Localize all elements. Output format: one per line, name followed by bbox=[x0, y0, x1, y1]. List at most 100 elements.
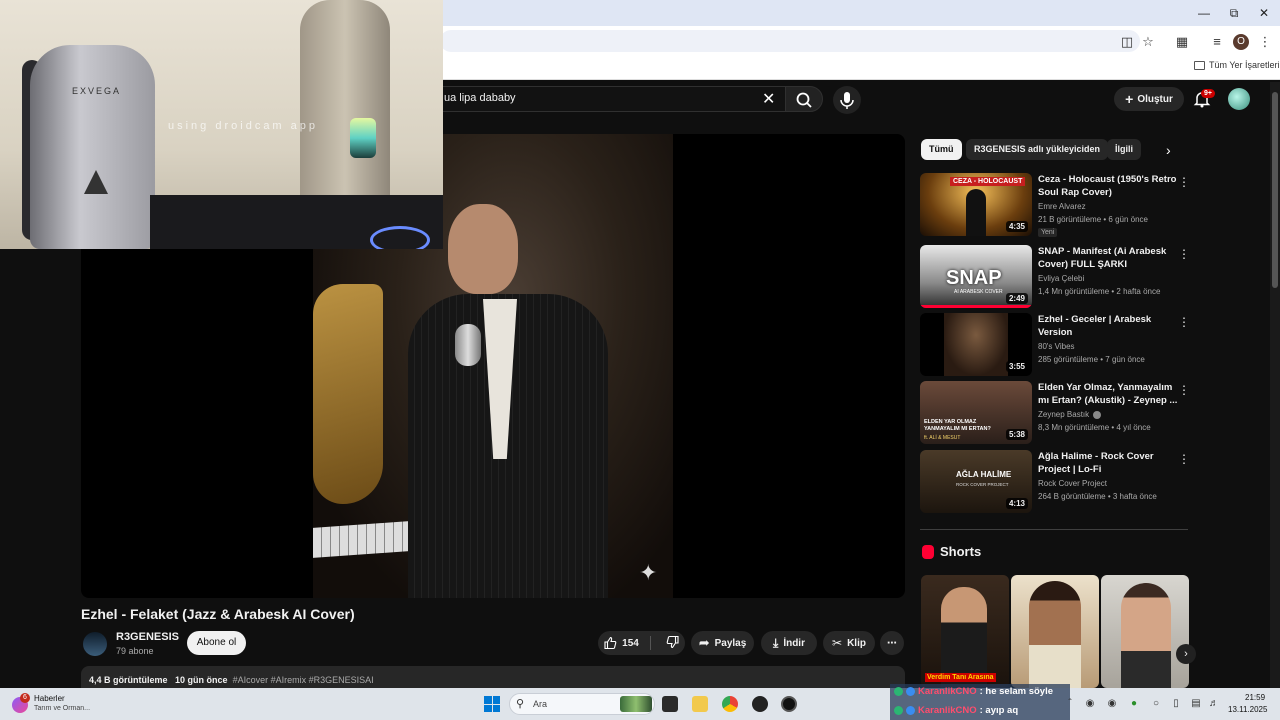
video-duration: 4:35 bbox=[1005, 221, 1028, 232]
share-icon: ➦ bbox=[698, 635, 710, 650]
volume-icon[interactable]: ♬ bbox=[1208, 698, 1220, 710]
windows-start-icon[interactable] bbox=[484, 696, 500, 712]
more-vert-icon[interactable]: ⋮ bbox=[1178, 452, 1190, 466]
recommendation-title[interactable]: Ceza - Holocaust (1950's Retro Soul Rap … bbox=[1038, 173, 1178, 199]
more-vert-icon[interactable]: ⋮ bbox=[1178, 247, 1190, 261]
like-button[interactable]: 154 bbox=[603, 636, 639, 650]
recommendation-channel[interactable]: Evliya Çelebi bbox=[1038, 274, 1084, 283]
short-caption: Verdim Tanı Arasına bbox=[925, 673, 996, 682]
browser-profile-avatar[interactable]: O bbox=[1233, 34, 1249, 50]
channel-name[interactable]: R3GENESIS bbox=[116, 631, 179, 643]
gaming-chair bbox=[30, 45, 155, 249]
dislike-button[interactable] bbox=[666, 635, 680, 652]
recommendation-title[interactable]: Ezhel - Geceler | Arabesk Version bbox=[1038, 313, 1178, 339]
folder-icon bbox=[1194, 60, 1205, 70]
clip-button[interactable]: ✂ Klip bbox=[823, 631, 875, 655]
chip-from-uploader[interactable]: R3GENESIS adlı yükleyiciden bbox=[966, 139, 1109, 160]
recommendation-meta: 1,4 Mn görüntüleme • 2 hafta önce bbox=[1038, 287, 1161, 296]
view-count: 4,4 B görüntüleme bbox=[89, 675, 168, 685]
file-explorer-icon[interactable] bbox=[692, 696, 708, 712]
youtube-account-avatar[interactable] bbox=[1228, 88, 1250, 110]
minimize-icon[interactable]: — bbox=[1196, 5, 1212, 21]
recommendation-item[interactable]: 3:55 Ezhel - Geceler | Arabesk Version 8… bbox=[920, 313, 1195, 377]
download-button[interactable]: ⤓ İndir bbox=[761, 631, 817, 655]
recommendation-channel[interactable]: 80's Vibes bbox=[1038, 342, 1075, 351]
scrollbar-thumb[interactable] bbox=[1272, 92, 1278, 288]
recommendation-thumbnail[interactable]: CEZA - HOLOCAUST 4:35 bbox=[920, 173, 1032, 236]
chat-message: KaranlikCNO : he selam söyle bbox=[894, 686, 1053, 697]
all-bookmarks-button[interactable]: Tüm Yer İşaretleri bbox=[1194, 60, 1280, 70]
clear-search-icon[interactable]: ✕ bbox=[762, 89, 775, 109]
tray-app-icon[interactable]: ○ bbox=[1150, 698, 1162, 710]
hashtags[interactable]: #AIcover #AIremix #R3GENESISAI bbox=[233, 675, 374, 685]
chat-text: : he selam söyle bbox=[979, 686, 1054, 697]
task-view-icon[interactable] bbox=[662, 696, 678, 712]
obs-icon[interactable] bbox=[752, 696, 768, 712]
recommendation-thumbnail[interactable]: ELDEN YAR OLMAZ YANMAYALIM MI ERTAN? ft.… bbox=[920, 381, 1032, 444]
short-item[interactable]: Verdim Tanı Arasına bbox=[921, 575, 1009, 688]
recommendation-meta: 264 B görüntüleme • 3 hafta önce bbox=[1038, 492, 1157, 501]
restore-icon[interactable]: ⧉ bbox=[1226, 5, 1242, 21]
recommendation-title[interactable]: Ağla Halime - Rock Cover Project | Lo-Fi bbox=[1038, 450, 1178, 476]
chrome-icon[interactable] bbox=[722, 696, 738, 712]
recommendation-thumbnail[interactable]: AĞLA HALİME ROCK COVER PROJECT 4:13 bbox=[920, 450, 1032, 513]
short-item[interactable] bbox=[1011, 575, 1099, 688]
chevron-up-icon[interactable]: ˆ bbox=[1064, 698, 1076, 710]
microphone-icon[interactable]: ▯ bbox=[1170, 698, 1182, 710]
more-actions-button[interactable]: ⋯ bbox=[880, 631, 904, 655]
recommendation-item[interactable]: ELDEN YAR OLMAZ YANMAYALIM MI ERTAN? ft.… bbox=[920, 381, 1195, 445]
clock-date[interactable]: 13.11.2025 bbox=[1228, 705, 1267, 714]
search-query: ua lipa dababy bbox=[444, 92, 516, 104]
subscribe-button[interactable]: Abone ol bbox=[187, 631, 246, 655]
more-vert-icon[interactable]: ⋮ bbox=[1178, 315, 1190, 329]
recommendation-item[interactable]: AĞLA HALİME ROCK COVER PROJECT 4:13 Ağla… bbox=[920, 450, 1195, 514]
recommendation-item[interactable]: CEZA - HOLOCAUST 4:35 Ceza - Holocaust (… bbox=[920, 173, 1195, 237]
app-icon[interactable] bbox=[781, 696, 797, 712]
description-summary: 4,4 B görüntüleme 10 gün önce #AIcover #… bbox=[89, 675, 374, 685]
recommendation-thumbnail[interactable]: 3:55 bbox=[920, 313, 1032, 376]
short-item[interactable] bbox=[1101, 575, 1189, 688]
search-button[interactable] bbox=[785, 86, 823, 112]
channel-avatar[interactable] bbox=[83, 632, 107, 656]
recommendation-thumbnail[interactable]: SNAP AI ARABESK COVER 2:49 bbox=[920, 245, 1032, 308]
media-control-icon[interactable]: ≡ bbox=[1208, 34, 1226, 50]
tray-app-icon[interactable]: ◉ bbox=[1106, 698, 1118, 710]
network-icon[interactable]: ▤ bbox=[1190, 698, 1202, 710]
voice-search-button[interactable] bbox=[833, 86, 861, 114]
chat-username: KaranlikCNO bbox=[918, 686, 977, 697]
close-icon[interactable]: ✕ bbox=[1256, 5, 1272, 21]
new-badge: Yeni bbox=[1038, 228, 1058, 237]
share-label: Paylaş bbox=[714, 637, 747, 649]
taskbar-search-placeholder: Ara bbox=[533, 699, 548, 709]
recommendation-title[interactable]: SNAP - Manifest (Ai Arabesk Cover) FULL … bbox=[1038, 245, 1178, 271]
webcam-watermark: using droidcam app bbox=[168, 120, 319, 132]
extensions-icon[interactable]: ▦ bbox=[1173, 34, 1191, 50]
more-vert-icon[interactable]: ⋮ bbox=[1178, 175, 1190, 189]
recommendation-title[interactable]: Elden Yar Olmaz, Yanmayalım mı Ertan? (A… bbox=[1038, 381, 1178, 407]
chip-all[interactable]: Tümü bbox=[921, 139, 962, 160]
shorts-next-button[interactable]: › bbox=[1176, 644, 1196, 664]
cast-icon[interactable]: ◫ bbox=[1118, 34, 1136, 50]
address-bar[interactable] bbox=[440, 30, 1140, 52]
bookmark-star-icon[interactable]: ☆ bbox=[1139, 34, 1157, 50]
recommendation-item[interactable]: SNAP AI ARABESK COVER 2:49 SNAP - Manife… bbox=[920, 245, 1195, 309]
notification-count-badge: 9+ bbox=[1201, 89, 1215, 98]
news-widget[interactable] bbox=[10, 692, 150, 716]
webcam-overlay: EXVEGA using droidcam app bbox=[0, 0, 443, 249]
recommendation-meta: 8,3 Mn görüntüleme • 4 yıl önce bbox=[1038, 423, 1151, 432]
create-button[interactable]: + Oluştur bbox=[1114, 87, 1184, 111]
rgb-light bbox=[350, 118, 376, 158]
tray-app-icon[interactable]: ◉ bbox=[1084, 698, 1096, 710]
recommendation-channel[interactable]: Zeynep Bastık bbox=[1038, 410, 1102, 419]
chip-related[interactable]: İlgili bbox=[1107, 139, 1141, 160]
chevron-right-icon[interactable]: › bbox=[1166, 142, 1171, 158]
thumbnail-progress bbox=[920, 305, 1032, 308]
scissors-icon: ✂ bbox=[832, 636, 843, 650]
tray-app-icon[interactable]: ● bbox=[1128, 698, 1140, 710]
recommendation-channel[interactable]: Rock Cover Project bbox=[1038, 479, 1107, 488]
share-button[interactable]: ➦ Paylaş bbox=[691, 631, 754, 655]
browser-menu-icon[interactable]: ⋮ bbox=[1256, 34, 1274, 50]
more-vert-icon[interactable]: ⋮ bbox=[1178, 383, 1190, 397]
clock-time[interactable]: 21:59 bbox=[1245, 693, 1265, 702]
recommendation-channel[interactable]: Emre Alvarez bbox=[1038, 202, 1086, 211]
